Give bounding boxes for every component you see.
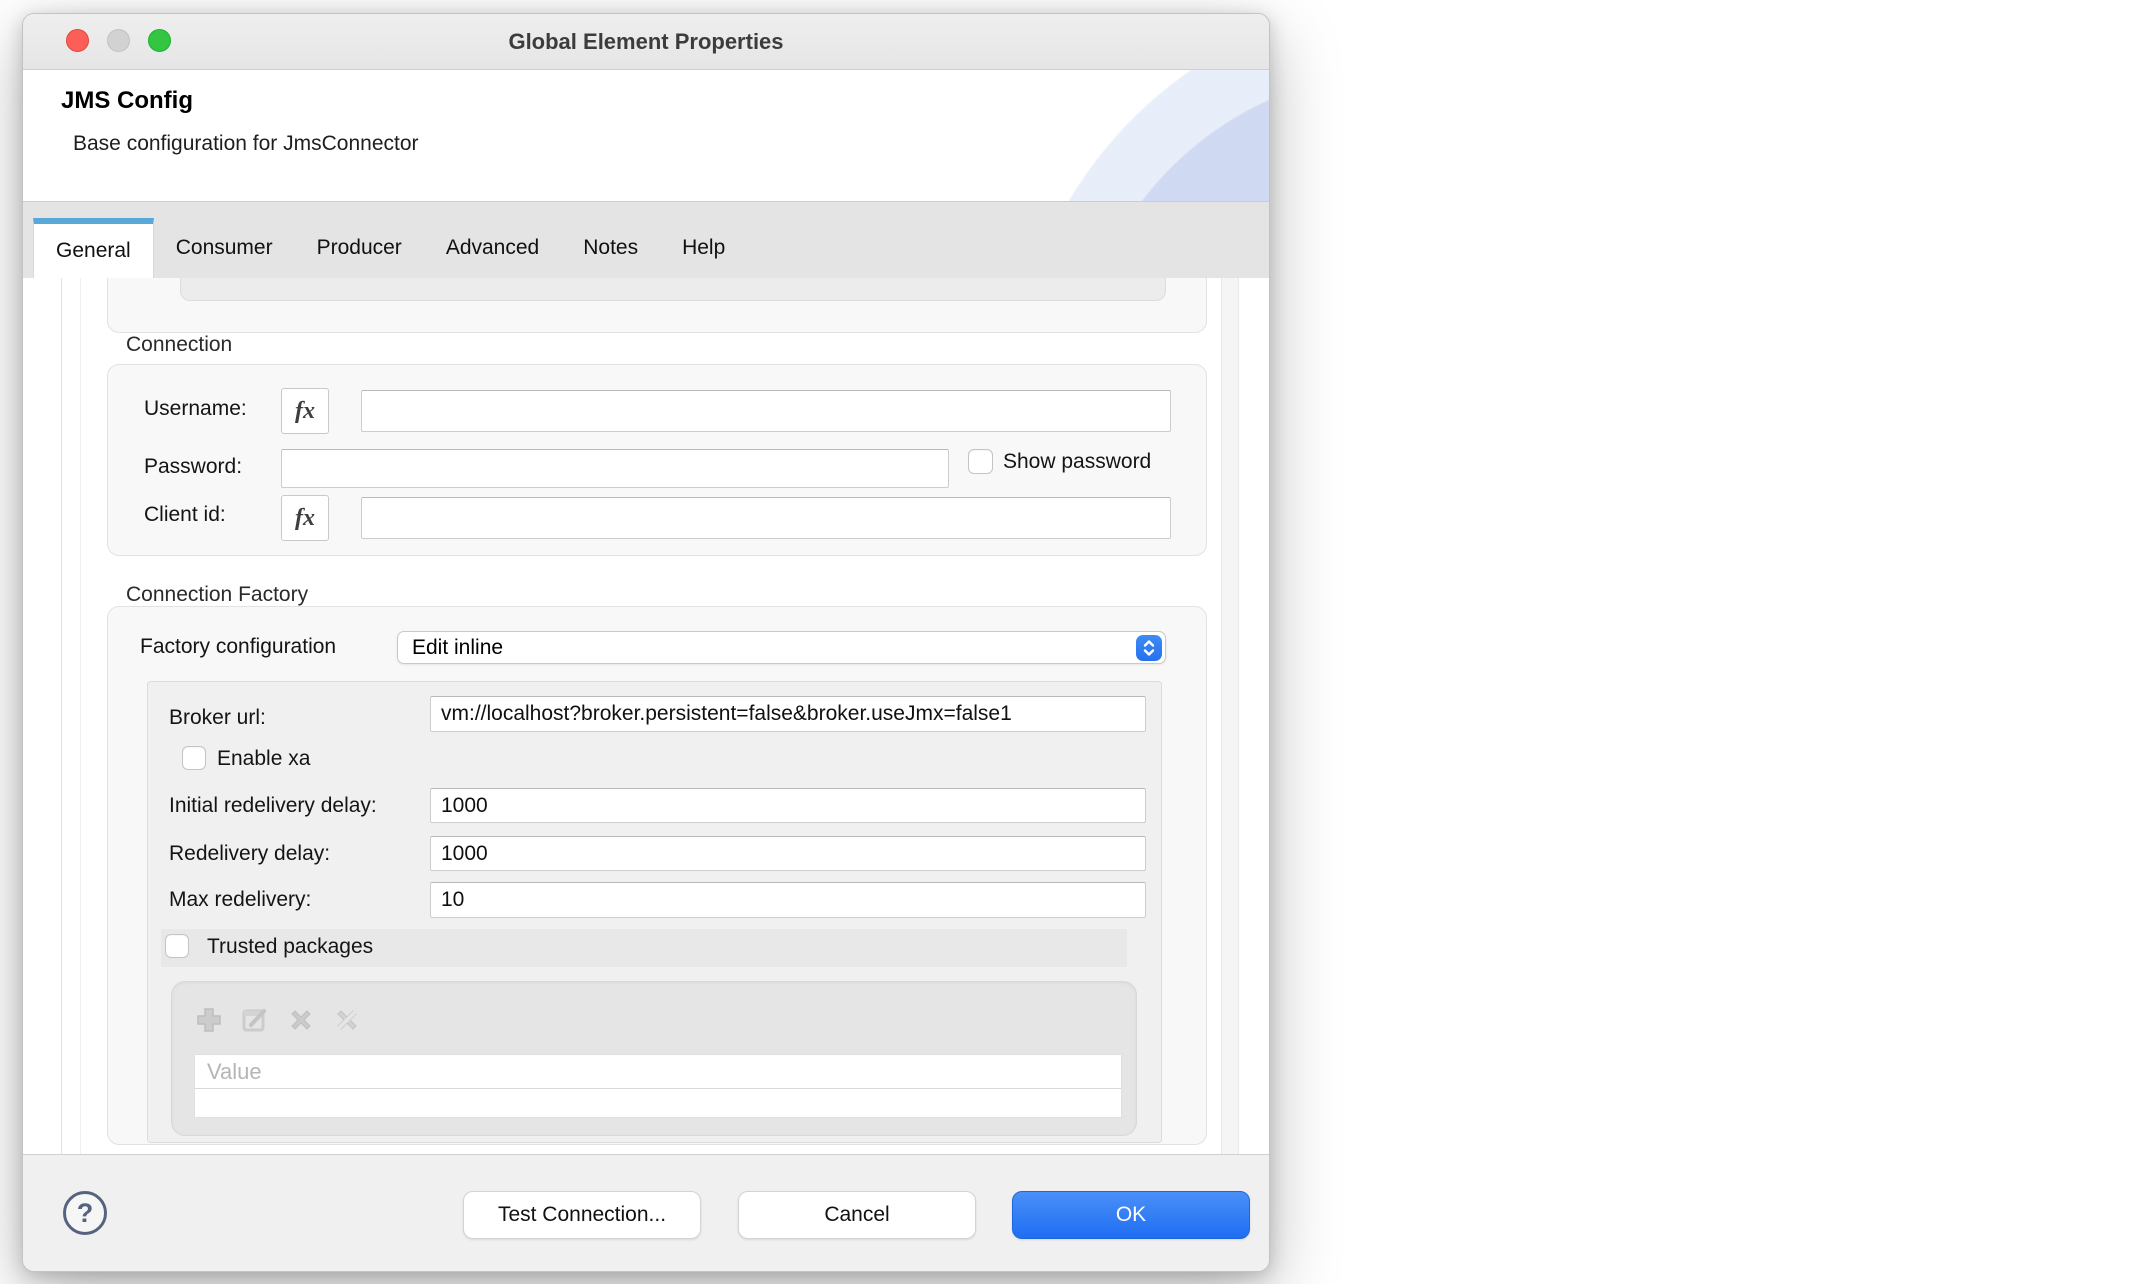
window-title: Global Element Properties <box>508 29 784 54</box>
factory-configuration-select[interactable]: Edit inline <box>397 631 1166 664</box>
password-label: Password: <box>144 455 243 478</box>
delete-all-icon[interactable] <box>331 1004 363 1036</box>
header-decoration <box>1069 70 1269 201</box>
config-subtitle: Base configuration for JmsConnector <box>73 132 419 155</box>
trusted-packages-table[interactable]: Value <box>194 1054 1122 1118</box>
redelivery-delay-label: Redelivery delay: <box>169 842 331 865</box>
username-expression-button[interactable]: fx <box>281 388 329 434</box>
cancel-button[interactable]: Cancel <box>738 1191 976 1239</box>
broker-url-input[interactable] <box>430 696 1146 732</box>
select-arrows-icon <box>1136 635 1162 661</box>
client-id-input[interactable] <box>361 497 1171 539</box>
question-mark-icon: ? <box>76 1197 94 1228</box>
config-title: JMS Config <box>61 87 193 114</box>
ok-button[interactable]: OK <box>1012 1191 1250 1239</box>
initial-redelivery-delay-label: Initial redelivery delay: <box>169 794 377 817</box>
tab-general[interactable]: General <box>33 218 154 278</box>
username-input[interactable] <box>361 390 1171 432</box>
password-input[interactable] <box>281 449 949 488</box>
scrolled-panel-remnant <box>180 278 1166 301</box>
screen: Global Element Properties JMS Config Bas… <box>0 0 2142 1284</box>
fx-icon: fx <box>295 504 315 531</box>
delete-icon[interactable] <box>285 1004 317 1036</box>
broker-url-label: Broker url: <box>169 706 266 729</box>
tab-bar: General Consumer Producer Advanced Notes… <box>23 202 1269 278</box>
help-button[interactable]: ? <box>63 1191 107 1235</box>
form-left-border <box>80 278 81 1154</box>
value-column-header: Value <box>195 1055 1121 1089</box>
tab-producer[interactable]: Producer <box>295 218 424 278</box>
connection-section-label: Connection <box>126 333 233 356</box>
general-tab-content: Connection Username: fx Password: Show p… <box>23 278 1269 1154</box>
trusted-packages-toolbar <box>193 1004 363 1036</box>
content-left-border <box>61 278 62 1154</box>
trusted-packages-checkbox[interactable] <box>165 934 189 958</box>
enable-xa-label: Enable xa <box>217 747 311 770</box>
redelivery-delay-input[interactable] <box>430 836 1146 871</box>
enable-xa-checkbox[interactable] <box>182 746 206 770</box>
max-redelivery-label: Max redelivery: <box>169 888 312 911</box>
edit-icon[interactable] <box>239 1004 271 1036</box>
add-icon[interactable] <box>193 1004 225 1036</box>
dialog-header: JMS Config Base configuration for JmsCon… <box>23 70 1269 202</box>
factory-configuration-label: Factory configuration <box>140 635 337 658</box>
factory-configuration-value: Edit inline <box>412 635 504 659</box>
max-redelivery-input[interactable] <box>430 882 1146 918</box>
client-id-expression-button[interactable]: fx <box>281 495 329 541</box>
tab-help[interactable]: Help <box>660 218 747 278</box>
global-element-properties-dialog: Global Element Properties JMS Config Bas… <box>22 13 1270 1272</box>
trusted-packages-empty-row[interactable] <box>195 1089 1121 1118</box>
tab-consumer[interactable]: Consumer <box>154 218 295 278</box>
tab-notes[interactable]: Notes <box>561 218 660 278</box>
connection-factory-section-label: Connection Factory <box>126 583 309 606</box>
vertical-scrollbar[interactable] <box>1221 278 1239 1154</box>
initial-redelivery-delay-input[interactable] <box>430 788 1146 823</box>
tab-advanced[interactable]: Advanced <box>424 218 561 278</box>
show-password-label: Show password <box>1003 450 1152 473</box>
test-connection-button[interactable]: Test Connection... <box>463 1191 701 1239</box>
button-bar: ? Test Connection... Cancel OK <box>23 1154 1269 1271</box>
fx-icon: fx <box>295 397 315 424</box>
trusted-packages-label: Trusted packages <box>207 935 374 958</box>
titlebar: Global Element Properties <box>23 14 1269 70</box>
trusted-packages-panel: Value <box>171 981 1137 1136</box>
username-label: Username: <box>144 397 247 420</box>
show-password-checkbox[interactable] <box>968 449 993 474</box>
client-id-label: Client id: <box>144 503 226 526</box>
